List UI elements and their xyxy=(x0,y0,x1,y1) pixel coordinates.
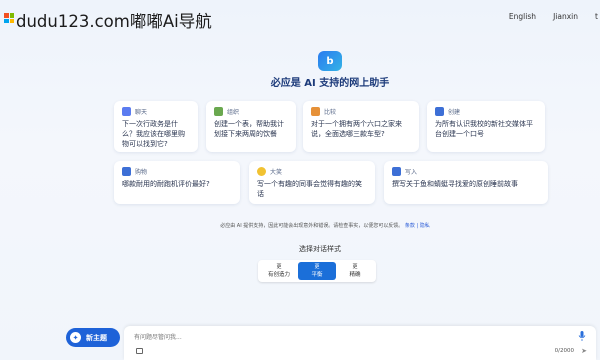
card-category: 比较 xyxy=(324,109,337,116)
bing-chat-logo-icon: b xyxy=(318,51,342,71)
char-counter: 0/2000 xyxy=(554,348,574,354)
disclaimer-text: 必应由 AI 提供支持，因此可能会出现意外和错误。请检查事实，以便您可以反馈。 xyxy=(220,223,404,229)
card-category: 购物 xyxy=(135,169,148,176)
card-prompt: 写一个有趣的同事会觉得有趣的笑话 xyxy=(257,180,362,198)
terms-privacy-links[interactable]: 条款 | 隐私 xyxy=(405,223,430,229)
card-prompt: 为所有认识我校的新社交媒体平台创建一个口号 xyxy=(435,120,533,138)
card-category: 组织 xyxy=(227,109,240,116)
microsoft-logo-icon[interactable] xyxy=(4,13,14,23)
user-name[interactable]: Jianxin xyxy=(553,12,578,21)
send-icon[interactable]: ➤ xyxy=(581,347,587,355)
page-title: 必应是 AI 支持的网上助手 xyxy=(270,78,390,89)
style-creative-button[interactable]: 更 有创造力 xyxy=(260,262,298,280)
suggestion-card-chat[interactable]: 聊天 下一次行政务是什么？我应该在哪里购物可以找到它? xyxy=(114,101,198,152)
style-balanced-button[interactable]: 更 平衡 xyxy=(298,262,336,280)
conversation-style-picker: 更 有创造力 更 平衡 更 精确 xyxy=(258,260,376,282)
card-prompt: 撰写关于鱼和蜻蜓寻找爱的原创睡前故事 xyxy=(392,180,518,188)
suggestion-card-shop[interactable]: 购物 哪款耐用的耐跑机评价最好? xyxy=(114,161,240,204)
chat-input-box: 0/2000 ➤ xyxy=(124,326,596,360)
suggestion-card-create[interactable]: 创建 为所有认识我校的新社交媒体平台创建一个口号 xyxy=(427,101,545,152)
language-link[interactable]: English xyxy=(509,12,536,21)
bag-icon xyxy=(122,167,131,176)
card-category: 写入 xyxy=(405,169,418,176)
card-prompt: 创建一个表，帮助我计划接下来两周的饮餐 xyxy=(214,120,284,138)
card-category: 大笑 xyxy=(270,169,283,176)
style-title: 选择对话样式 xyxy=(299,245,341,253)
top-bar: dudu123.com嘟嘟Ai导航 English Jianxin t xyxy=(0,0,600,34)
chat-input[interactable] xyxy=(134,332,554,342)
suggestion-card-write[interactable]: 写入 撰写关于鱼和蜻蜓寻找爱的原创睡前故事 xyxy=(384,161,548,204)
compare-icon xyxy=(311,107,320,116)
style-precise-button[interactable]: 更 精确 xyxy=(336,262,374,280)
chat-icon xyxy=(122,107,131,116)
card-prompt: 对于一个拥有两个六口之家来说，全面选哪三款车型? xyxy=(311,120,402,138)
card-prompt: 哪款耐用的耐跑机评价最好? xyxy=(122,180,210,188)
card-category: 创建 xyxy=(448,109,461,116)
microphone-icon[interactable] xyxy=(578,331,586,341)
card-prompt: 下一次行政务是什么？我应该在哪里购物可以找到它? xyxy=(122,120,185,148)
suggestion-card-organize[interactable]: 组织 创建一个表，帮助我计划接下来两周的饮餐 xyxy=(206,101,296,152)
new-topic-button[interactable]: ✦ 新主题 xyxy=(66,328,120,347)
grid-icon xyxy=(214,107,223,116)
suggestion-card-laugh[interactable]: 大笑 写一个有趣的同事会觉得有趣的笑话 xyxy=(249,161,375,204)
disclaimer: 必应由 AI 提供支持，因此可能会出现意外和错误。请检查事实，以便您可以反馈。 … xyxy=(0,222,600,229)
book-icon xyxy=(392,167,401,176)
image-upload-icon[interactable] xyxy=(136,348,143,354)
card-category: 聊天 xyxy=(135,109,148,116)
more-menu[interactable]: t xyxy=(595,12,598,21)
suggestion-card-compare[interactable]: 比较 对于一个拥有两个六口之家来说，全面选哪三款车型? xyxy=(303,101,419,152)
pen-icon xyxy=(435,107,444,116)
new-topic-icon: ✦ xyxy=(70,332,81,343)
watermark-text: dudu123.com嘟嘟Ai导航 xyxy=(16,12,212,31)
smile-icon xyxy=(257,167,266,176)
